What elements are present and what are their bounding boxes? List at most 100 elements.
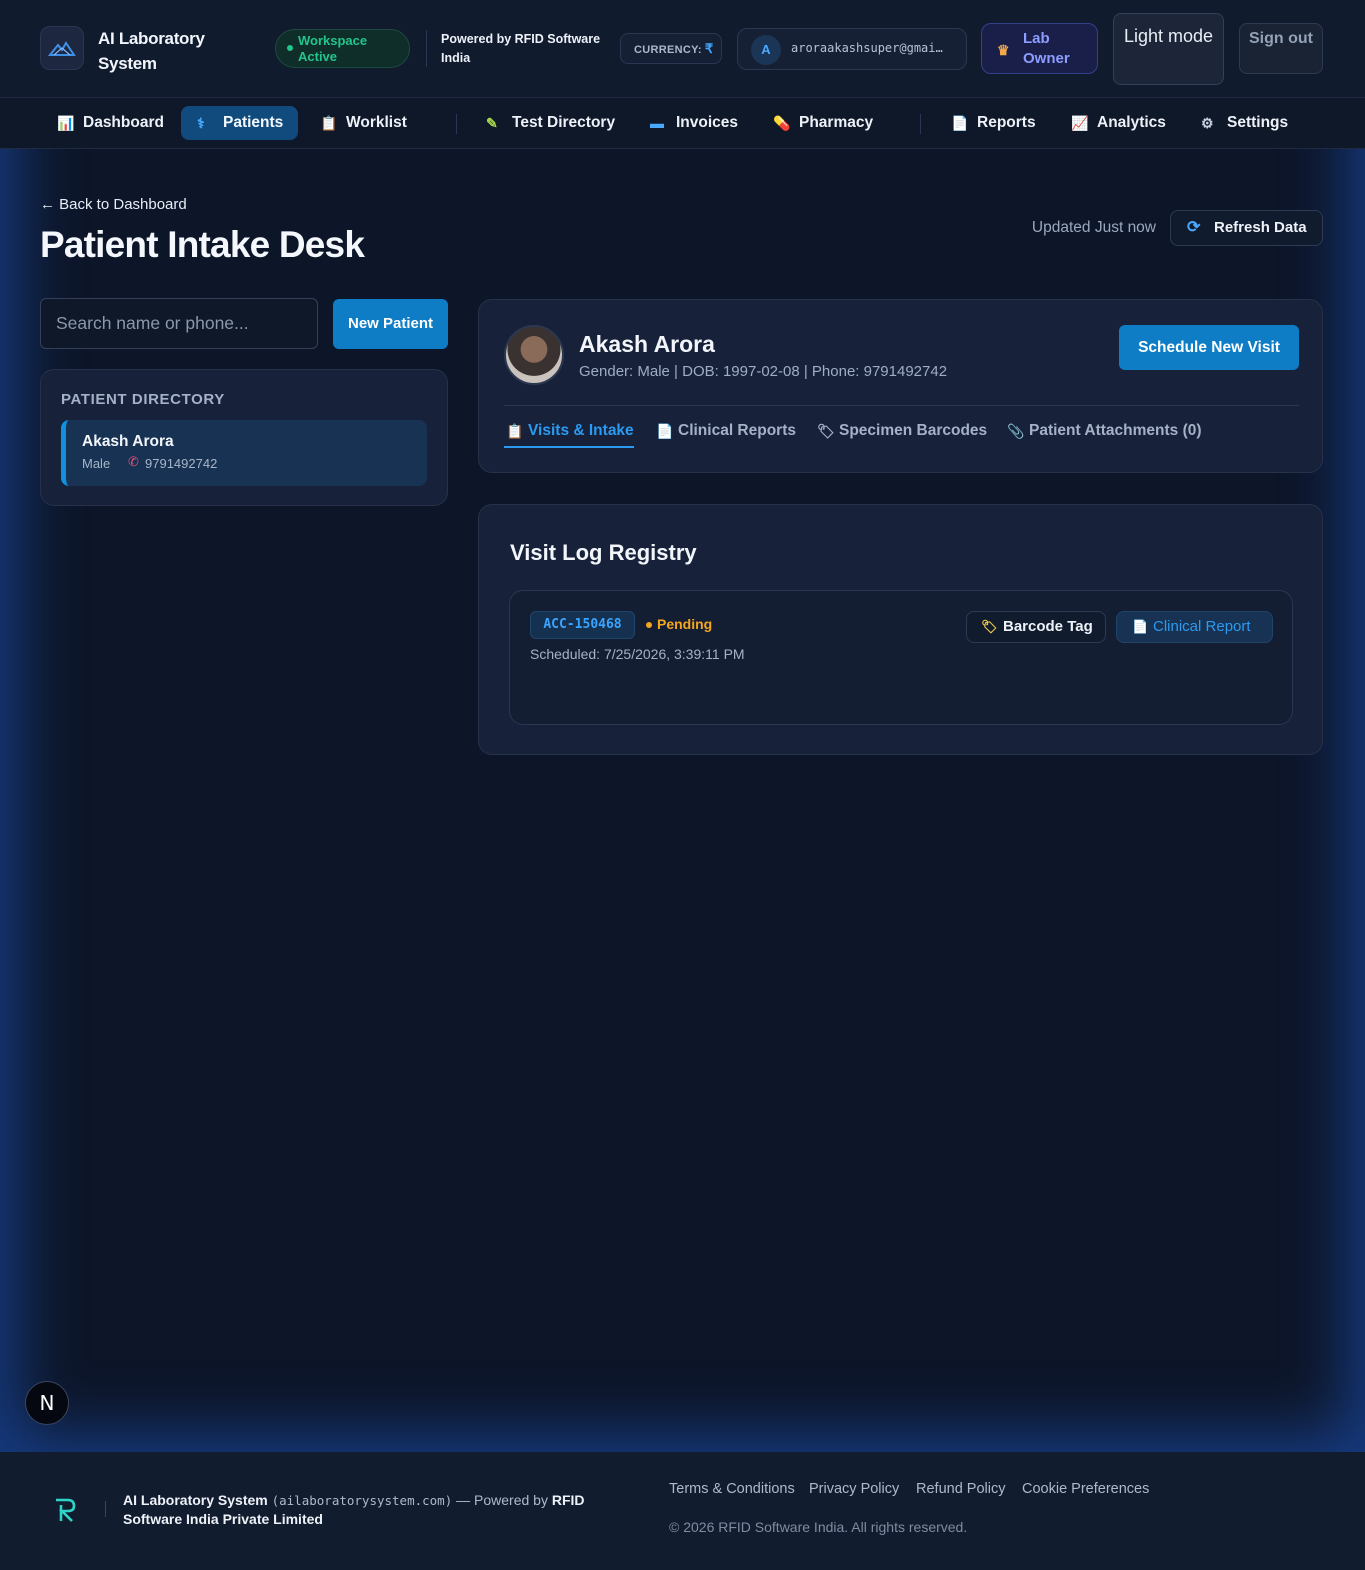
patient-list-item[interactable]: Akash Arora Male ✆ 9791492742 [61, 420, 427, 486]
patient-profile-card: Akash Arora Gender: Male | DOB: 1997-02-… [478, 299, 1323, 473]
footer-brand-text: AI Laboratory System (ailaboratorysystem… [123, 1491, 643, 1528]
page-title: Patient Intake Desk [40, 224, 365, 265]
workspace-status-text: Workspace Active [298, 33, 368, 64]
bar-chart-icon: 📊 [57, 115, 75, 131]
accession-badge[interactable]: ACC-150468 [530, 611, 635, 639]
currency-symbol: ₹ [704, 41, 714, 56]
status-dot-icon [646, 622, 652, 628]
credit-card-icon: ▬ [650, 115, 664, 131]
role-label: Lab Owner [1023, 30, 1070, 67]
profile-patient-details: Gender: Male | DOB: 1997-02-08 | Phone: … [579, 363, 948, 380]
cookie-preferences-link[interactable]: Cookie Preferences [1022, 1481, 1149, 1497]
sign-out-button[interactable]: Sign out [1239, 23, 1323, 74]
patient-avatar [504, 325, 564, 385]
rfid-logo-icon [56, 1498, 76, 1522]
phone-icon: ✆ [128, 454, 139, 469]
tab-patient-attachments[interactable]: 📎 Patient Attachments (0) [1005, 420, 1202, 448]
document-icon: 📄 [656, 423, 674, 439]
paperclip-icon: 📎 [1007, 423, 1025, 439]
tag-icon: 🏷 [817, 423, 835, 439]
profile-patient-name: Akash Arora [579, 331, 715, 357]
status-text: Pending [657, 616, 713, 632]
patient-gender: Male [82, 456, 111, 471]
tag-icon: 🏷 [981, 619, 998, 634]
refund-policy-link[interactable]: Refund Policy [916, 1481, 1005, 1497]
refresh-data-button[interactable]: ⟳ Refresh Data [1170, 210, 1323, 246]
nav-item-settings[interactable]: ⚙ Settings [1185, 106, 1288, 140]
user-email: aroraakashsuper@gmai… [791, 41, 943, 55]
status-dot-icon [287, 45, 293, 51]
currency-indicator[interactable]: CURRENCY: ₹ [620, 33, 722, 64]
new-patient-button[interactable]: New Patient [333, 299, 448, 349]
patient-directory-panel: PATIENT DIRECTORY Akash Arora Male ✆ 979… [40, 369, 448, 506]
nav-item-label: Test Directory [512, 114, 616, 131]
nav-item-reports[interactable]: 📄 Reports [935, 106, 1036, 140]
nav-item-label: Worklist [346, 114, 407, 131]
clinical-report-button[interactable]: 📄 Clinical Report [1116, 611, 1273, 643]
document-icon: 📄 [1132, 619, 1149, 634]
nav-item-analytics[interactable]: 📈 Analytics [1055, 106, 1166, 140]
app-frame: AI Laboratory System Workspace Active Po… [0, 0, 1365, 1452]
terms-link[interactable]: Terms & Conditions [669, 1481, 795, 1497]
barcode-tag-button[interactable]: 🏷 Barcode Tag [966, 611, 1106, 643]
nav-item-worklist[interactable]: 📋 Worklist [304, 106, 407, 140]
workspace-status-badge: Workspace Active [275, 29, 410, 68]
theme-toggle-button[interactable]: Light mode [1113, 13, 1224, 85]
gear-icon: ⚙ [1201, 115, 1214, 131]
nav-item-label: Pharmacy [799, 114, 874, 131]
footer-powered-prefix: — Powered by [456, 1492, 548, 1508]
footer-brand-name: AI Laboratory System [123, 1492, 268, 1508]
crown-icon: ♛ [997, 42, 1010, 58]
visit-log-title: Visit Log Registry [510, 540, 697, 565]
refresh-icon: ⟳ [1187, 219, 1201, 236]
nav-item-patients[interactable]: ⚕ Patients [181, 106, 298, 140]
patient-search-input[interactable] [40, 298, 318, 349]
pipette-icon: ✎ [486, 115, 498, 131]
app-logo-icon[interactable] [40, 26, 84, 70]
tab-label: Patient Attachments (0) [1029, 422, 1202, 439]
tab-clinical-reports[interactable]: 📄 Clinical Reports [654, 420, 796, 448]
tab-visits-intake[interactable]: 📋 Visits & Intake [504, 420, 634, 448]
nav-item-label: Settings [1227, 114, 1289, 131]
currency-label: CURRENCY: [634, 44, 702, 56]
role-badge[interactable]: ♛ Lab Owner [981, 23, 1098, 74]
avatar: A [751, 35, 781, 65]
stethoscope-icon: ⚕ [197, 115, 205, 131]
app-title: AI Laboratory System [98, 29, 205, 73]
copyright-text: © 2026 RFID Software India. All rights r… [669, 1519, 968, 1535]
nav-divider [456, 114, 457, 134]
nav-divider [920, 114, 921, 134]
nextjs-dev-badge[interactable]: N [25, 1381, 69, 1425]
nav-item-label: Dashboard [83, 114, 164, 131]
pill-icon: 💊 [773, 115, 791, 131]
profile-divider [504, 405, 1299, 406]
mountain-logo-icon [48, 41, 76, 56]
tab-label: Clinical Reports [678, 422, 796, 439]
last-updated-text: Updated Just now [1031, 219, 1156, 236]
nav-item-label: Invoices [676, 114, 739, 131]
privacy-policy-link[interactable]: Privacy Policy [809, 1481, 899, 1497]
visit-log-panel: Visit Log Registry ACC-150468 Pending Sc… [478, 504, 1323, 755]
header-divider [426, 30, 427, 67]
patient-name: Akash Arora [82, 433, 174, 450]
nav-item-label: Reports [977, 114, 1036, 131]
refresh-label: Refresh Data [1214, 219, 1307, 236]
back-to-dashboard-link[interactable]: ← Back to Dashboard [40, 196, 187, 213]
patient-directory-heading: PATIENT DIRECTORY [61, 391, 225, 408]
schedule-new-visit-button[interactable]: Schedule New Visit [1119, 325, 1299, 370]
main-nav: 📊 Dashboard ⚕ Patients 📋 Worklist ✎ Test… [0, 98, 1365, 149]
nav-item-invoices[interactable]: ▬ Invoices [634, 106, 738, 140]
barcode-tag-label: Barcode Tag [1003, 618, 1093, 635]
nav-item-dashboard[interactable]: 📊 Dashboard [41, 106, 164, 140]
page-footer: AI Laboratory System (ailaboratorysystem… [0, 1452, 1365, 1570]
nav-item-label: Patients [223, 114, 284, 131]
clipboard-icon: 📋 [506, 423, 524, 439]
tab-label: Visits & Intake [528, 422, 634, 439]
tab-label: Specimen Barcodes [839, 422, 988, 439]
powered-by-text: Powered by RFID Software India [441, 32, 601, 65]
nav-item-test-directory[interactable]: ✎ Test Directory [470, 106, 615, 140]
nav-item-pharmacy[interactable]: 💊 Pharmacy [757, 106, 873, 140]
clipboard-icon: 📋 [320, 115, 338, 131]
user-account-chip[interactable]: A aroraakashsuper@gmai… [737, 28, 967, 70]
tab-specimen-barcodes[interactable]: 🏷 Specimen Barcodes [815, 420, 987, 448]
